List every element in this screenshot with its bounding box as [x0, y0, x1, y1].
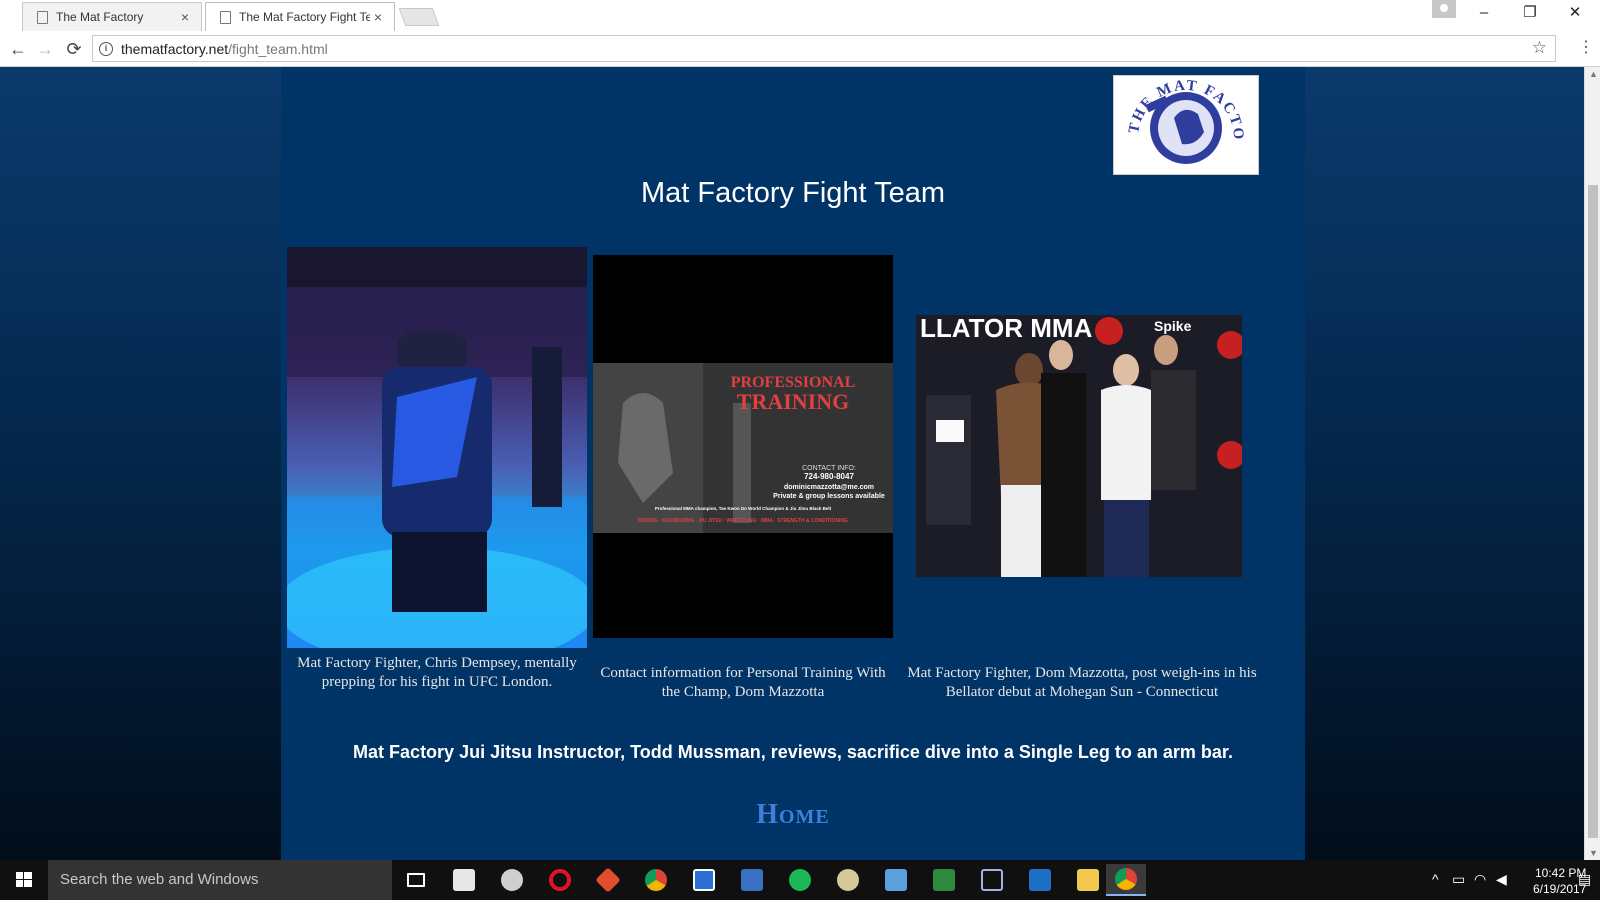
network-app-glyph [741, 869, 763, 891]
restore-button[interactable]: ❐ [1508, 0, 1552, 28]
tab-fight-team[interactable]: The Mat Factory Fight Te × [205, 2, 395, 31]
poster-lessons: Private & group lessons available [773, 493, 885, 500]
spotify-glyph [789, 869, 811, 891]
chrome-glyph [645, 869, 667, 891]
github-glyph [501, 869, 523, 891]
spike-logo-text: Spike [1154, 318, 1192, 334]
weigh-in-photo-graphic: LLATOR MMA Spike [916, 315, 1242, 577]
home-link[interactable]: Home [281, 799, 1305, 831]
clock-time[interactable]: 10:42 PM [1535, 866, 1586, 880]
reload-button[interactable]: ⟳ [62, 37, 86, 61]
page-icon [220, 10, 231, 24]
page-viewport: THE MAT FACTORY Mat Factory Fight Team [0, 67, 1584, 860]
scroll-up-arrow-icon[interactable]: ▲ [1589, 69, 1598, 79]
package-glyph [981, 869, 1003, 891]
photo-professional-training-poster[interactable]: PROFESSIONAL TRAINING CONTACT INFO: 724-… [593, 255, 893, 638]
chrome-active-icon[interactable] [1106, 864, 1146, 896]
virtualbox-glyph [885, 869, 907, 891]
page-scrollbar[interactable]: ▲ ▼ [1584, 67, 1600, 860]
network-app-icon[interactable] [732, 864, 772, 896]
video-caption: Mat Factory Jui Jitsu Instructor, Todd M… [353, 742, 1233, 762]
browser-toolbar: ← → ⟳ i thematfactory.net/fight_team.htm… [0, 31, 1600, 67]
training-poster: PROFESSIONAL TRAINING CONTACT INFO: 724-… [593, 363, 893, 533]
browser-menu-icon[interactable]: ⋮ [1578, 37, 1594, 57]
scroll-thumb[interactable] [1588, 185, 1598, 838]
poster-phone: 724-980-8047 [804, 472, 854, 481]
clock-date[interactable]: 6/19/2017 [1533, 882, 1586, 896]
windows-start-button[interactable] [0, 860, 48, 900]
poster-credentials: Professional MMA champion, Tae Kwon Do W… [655, 506, 832, 511]
tab-strip: The Mat Factory × The Mat Factory Fight … [0, 0, 1600, 31]
package-icon[interactable] [972, 864, 1012, 896]
opera-glyph [549, 869, 571, 891]
photo-chris-dempsey[interactable] [287, 247, 587, 648]
slack-glyph [453, 869, 475, 891]
close-window-button[interactable]: ✕ [1553, 0, 1597, 28]
minimize-button[interactable]: – [1462, 0, 1506, 28]
bookmark-star-icon[interactable]: ☆ [1532, 38, 1547, 58]
fighter-photo-graphic [287, 247, 587, 648]
back-button[interactable]: ← [6, 37, 30, 61]
photo-dom-mazzotta-weigh-in[interactable]: LLATOR MMA Spike [916, 315, 1242, 577]
new-tab-button[interactable] [398, 8, 440, 26]
bellator-banner-text: LLATOR MMA [920, 315, 1093, 343]
wifi-icon[interactable]: ◠ [1474, 871, 1486, 888]
opera-icon[interactable] [540, 864, 580, 896]
address-bar[interactable]: i thematfactory.net/fight_team.html ☆ [92, 35, 1556, 62]
chrome-active-glyph [1115, 868, 1137, 890]
poster-email: dominicmazzotta@me.com [784, 484, 874, 491]
site-info-icon[interactable]: i [99, 41, 113, 56]
github-icon[interactable] [492, 864, 532, 896]
poster-disciplines: BOXING · KICKBOXING · JIU JITSU · WRESTL… [638, 518, 848, 524]
page-icon [37, 10, 48, 24]
url-host: thematfactory.net [121, 40, 229, 57]
battery-icon[interactable]: ▭ [1452, 871, 1465, 888]
close-tab-icon[interactable]: × [177, 9, 193, 25]
git-glyph [595, 867, 621, 893]
code-editor-icon[interactable] [684, 864, 724, 896]
task-view-icon[interactable] [396, 864, 436, 896]
windows-logo-icon [16, 872, 32, 887]
mat-factory-logo[interactable]: THE MAT FACTORY [1113, 75, 1259, 175]
paint-glyph [837, 869, 859, 891]
outlook-icon[interactable] [1020, 864, 1060, 896]
scroll-down-arrow-icon[interactable]: ▼ [1589, 848, 1598, 858]
windows-taskbar: Search the web and Windows ^ ▭ ◠ ◀ ▤ 10:… [0, 860, 1600, 900]
task-view-glyph [407, 873, 425, 887]
excel-glyph [933, 869, 955, 891]
poster-contact-label: CONTACT INFO: [802, 465, 856, 472]
outlook-glyph [1029, 869, 1051, 891]
virtualbox-icon[interactable] [876, 864, 916, 896]
code-editor-glyph [693, 869, 715, 891]
tab-title: The Mat Factory [56, 10, 144, 24]
excel-icon[interactable] [924, 864, 964, 896]
tab-the-mat-factory[interactable]: The Mat Factory × [22, 2, 202, 31]
page-title: Mat Factory Fight Team [640, 177, 946, 209]
tab-title: The Mat Factory Fight Te [239, 10, 370, 24]
content-column: THE MAT FACTORY Mat Factory Fight Team [281, 67, 1305, 860]
file-explorer-glyph [1077, 869, 1099, 891]
taskbar-search-box[interactable]: Search the web and Windows [48, 860, 392, 900]
close-tab-icon[interactable]: × [370, 9, 386, 25]
forward-button[interactable]: → [33, 37, 57, 61]
poster-graphic: PROFESSIONAL TRAINING CONTACT INFO: 724-… [593, 363, 893, 533]
tray-chevron-up-icon[interactable]: ^ [1432, 871, 1439, 887]
git-icon[interactable] [588, 864, 628, 896]
slack-icon[interactable] [444, 864, 484, 896]
spotify-icon[interactable] [780, 864, 820, 896]
volume-icon[interactable]: ◀ [1496, 871, 1507, 888]
poster-headline-2: TRAINING [737, 389, 849, 414]
caption-personal-training: Contact information for Personal Trainin… [600, 665, 886, 700]
chrome-icon[interactable] [636, 864, 676, 896]
user-profile-icon[interactable] [1432, 0, 1456, 18]
url-path: /fight_team.html [228, 40, 328, 57]
file-explorer-icon[interactable] [1068, 864, 1108, 896]
caption-dom-mazzotta: Mat Factory Fighter, Dom Mazzotta, post … [907, 665, 1257, 700]
paint-icon[interactable] [828, 864, 868, 896]
caption-chris-dempsey: Mat Factory Fighter, Chris Dempsey, ment… [297, 655, 577, 690]
logo-graphic: THE MAT FACTORY [1116, 78, 1244, 164]
